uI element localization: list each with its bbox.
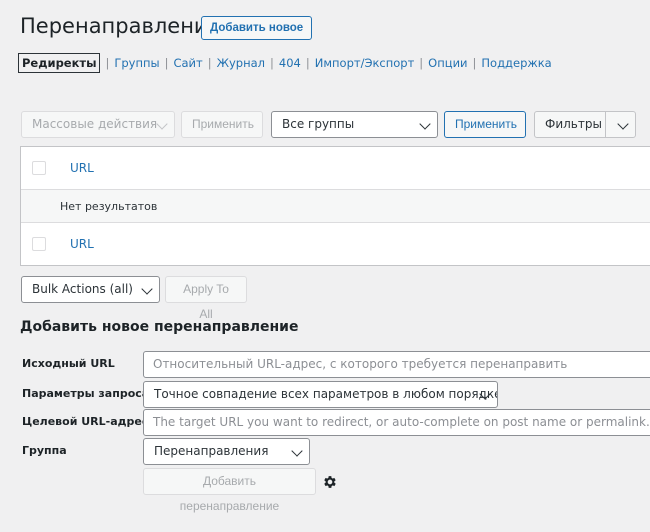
query-params-label: Параметры запроса xyxy=(22,387,150,400)
subnav-item-options[interactable]: Опции xyxy=(428,56,467,70)
chevron-down-icon xyxy=(141,283,153,295)
table-header-row: URL xyxy=(21,147,650,189)
group-label: Группа xyxy=(22,444,67,457)
group-value: Перенаправления xyxy=(154,444,269,458)
subnav-item-import-export[interactable]: Импорт/Экспорт xyxy=(315,56,415,70)
bulk-apply-button[interactable]: Применить xyxy=(181,111,263,138)
chevron-down-icon xyxy=(156,118,168,130)
empty-message: Нет результатов xyxy=(60,199,158,213)
apply-button[interactable]: Применить xyxy=(444,111,526,138)
add-redirect-button[interactable]: Добавить перенаправление xyxy=(143,468,316,513)
column-url-footer[interactable]: URL xyxy=(70,237,94,251)
column-url[interactable]: URL xyxy=(70,161,94,175)
subnav-separator: | xyxy=(419,56,424,70)
subnav-separator: | xyxy=(164,56,169,70)
source-url-label: Исходный URL xyxy=(22,357,115,370)
subnav-item-log[interactable]: Журнал xyxy=(217,56,265,70)
target-url-input[interactable]: The target URL you want to redirect, or … xyxy=(143,409,650,436)
add-new-button[interactable]: Добавить новое xyxy=(201,16,313,40)
filters-label: Фильтры xyxy=(545,117,602,131)
gear-icon[interactable] xyxy=(322,474,338,490)
apply-to-all-button[interactable]: Apply To All xyxy=(165,276,247,321)
target-url-label: Целевой URL-адрес xyxy=(22,415,149,428)
bulk-actions-all-value: Bulk Actions (all) xyxy=(32,282,133,296)
subnav-separator: | xyxy=(105,56,110,70)
subnav-item-groups[interactable]: Группы xyxy=(114,56,159,70)
subnav-item-404[interactable]: 404 xyxy=(279,56,301,70)
chevron-down-icon xyxy=(291,445,303,457)
page-title: Перенаправления xyxy=(20,14,221,38)
group-filter-select[interactable]: Все группы xyxy=(271,111,438,138)
subnav-item-support[interactable]: Поддержка xyxy=(481,56,551,70)
subnav-separator: | xyxy=(207,56,212,70)
chevron-down-icon xyxy=(419,118,431,130)
group-filter-value: Все группы xyxy=(282,117,355,131)
subnav-separator: | xyxy=(305,56,310,70)
subnav-separator: | xyxy=(472,56,477,70)
subnav-separator: | xyxy=(270,56,274,70)
add-redirect-title: Добавить новое перенаправление xyxy=(20,319,299,335)
subnav-item-site[interactable]: Сайт xyxy=(173,56,202,70)
filters-divider xyxy=(605,112,606,137)
subnav-item-redirects[interactable]: Редиректы xyxy=(18,53,101,73)
select-all-checkbox[interactable] xyxy=(32,161,46,175)
bulk-actions-select[interactable]: Массовые действия xyxy=(21,111,175,138)
bulk-actions-value: Массовые действия xyxy=(32,117,158,131)
source-url-input[interactable]: Относительный URL-адрес, с которого треб… xyxy=(143,351,650,378)
empty-row: Нет результатов xyxy=(21,189,650,223)
group-select[interactable]: Перенаправления xyxy=(143,438,310,465)
select-all-checkbox-footer[interactable] xyxy=(32,237,46,251)
redirects-table: URL Нет результатов URL xyxy=(20,146,650,266)
query-params-select[interactable]: Точное совпадение всех параметров в любо… xyxy=(143,381,498,408)
chevron-down-icon xyxy=(617,118,629,130)
table-footer-row: URL xyxy=(21,223,650,265)
bulk-actions-all-select[interactable]: Bulk Actions (all) xyxy=(21,276,160,303)
subnav: Редиректы | Группы | Сайт | Журнал | 404… xyxy=(18,53,552,73)
filters-button[interactable]: Фильтры xyxy=(534,111,636,138)
query-params-value: Точное совпадение всех параметров в любо… xyxy=(154,387,498,401)
